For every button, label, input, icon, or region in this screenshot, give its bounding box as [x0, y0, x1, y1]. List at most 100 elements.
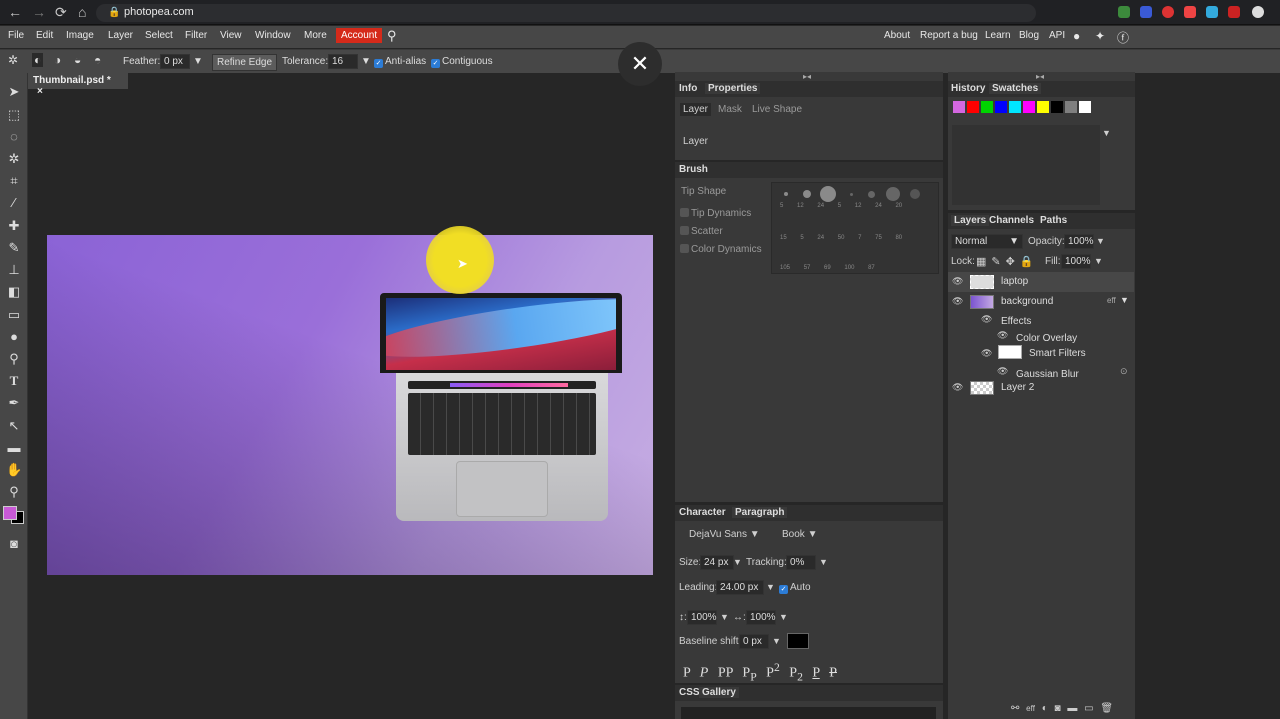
menu-report-bug[interactable]: Report a bug — [920, 30, 978, 41]
brush-preset[interactable] — [886, 187, 900, 201]
layer-row[interactable]: 👁 Layer 2 — [948, 378, 1134, 398]
menu-layer[interactable]: Layer — [108, 30, 133, 41]
collapse-icon[interactable]: ▸◂ — [803, 72, 811, 81]
tab-history[interactable]: History — [951, 83, 985, 94]
horizontal-scale-input[interactable]: 100% — [746, 610, 776, 625]
color-swatch[interactable] — [995, 101, 1007, 113]
magic-wand-tool-icon[interactable]: ✲ — [6, 151, 22, 167]
move-tool-icon[interactable]: ➤ — [6, 84, 22, 100]
brush-presets-grid[interactable]: 5 12 24 5 12 24 20 15 5 24 50 7 75 80 10… — [771, 182, 939, 274]
layers-footer-icons[interactable]: ⚯ eff ◐ ◙ ▬ ▭ 🗑 — [1011, 703, 1113, 714]
subtab-layer[interactable]: Layer — [680, 103, 712, 116]
opacity-dropdown-icon[interactable]: ▼ — [1096, 236, 1105, 246]
tab-info[interactable]: Info — [679, 83, 697, 94]
color-swatch[interactable] — [1065, 101, 1077, 113]
color-swatch[interactable] — [967, 101, 979, 113]
tab-layers[interactable]: Layers — [951, 215, 990, 226]
facebook-icon[interactable]: ⓕ — [1117, 29, 1129, 46]
color-swatch[interactable] — [953, 101, 965, 113]
blur-tool-icon[interactable]: ● — [6, 329, 22, 345]
brush-preset[interactable] — [784, 192, 788, 196]
healing-tool-icon[interactable]: ✚ — [6, 218, 22, 234]
tab-channels[interactable]: Channels — [989, 215, 1034, 226]
tracking-input[interactable]: 0% — [786, 555, 816, 570]
tab-brush[interactable]: Brush — [679, 164, 708, 175]
tab-paths[interactable]: Paths — [1040, 215, 1067, 226]
profile-icon[interactable] — [1252, 6, 1264, 18]
menu-select[interactable]: Select — [145, 30, 173, 41]
tracking-dropdown-icon[interactable]: ▼ — [819, 557, 828, 567]
extension-icon[interactable] — [1162, 6, 1174, 18]
tab-swatches[interactable]: Swatches — [989, 83, 1042, 94]
path-select-tool-icon[interactable]: ↖ — [6, 418, 22, 434]
menu-edit[interactable]: Edit — [36, 30, 53, 41]
visibility-eye-icon[interactable]: 👁 — [997, 366, 1008, 377]
size-dropdown-icon[interactable]: ▼ — [733, 557, 742, 567]
menu-window[interactable]: Window — [255, 30, 291, 41]
home-icon[interactable]: ⌂ — [78, 4, 86, 20]
menu-api[interactable]: API — [1049, 30, 1065, 41]
tab-gallery[interactable]: Gallery — [699, 687, 739, 698]
brush-preset[interactable] — [868, 191, 875, 198]
brush-tool-icon[interactable]: ✎ — [6, 240, 22, 256]
tab-paragraph[interactable]: Paragraph — [732, 507, 788, 518]
zoom-tool-icon[interactable]: ⚲ — [6, 484, 22, 500]
close-overlay-button[interactable]: ✕ — [618, 42, 662, 86]
menu-learn[interactable]: Learn — [985, 30, 1011, 41]
dodge-tool-icon[interactable]: ⚲ — [6, 351, 22, 367]
swatch-menu-icon[interactable]: ▼ — [1102, 128, 1111, 138]
forward-icon[interactable]: → — [32, 4, 46, 20]
vertical-scale-input[interactable]: 100% — [687, 610, 717, 625]
scatter-item[interactable]: Scatter — [680, 226, 723, 237]
color-swatch[interactable] — [1079, 101, 1091, 113]
magic-wand-icon[interactable]: ✲ — [8, 53, 18, 67]
eyedropper-tool-icon[interactable]: ⁄ — [6, 195, 22, 211]
expand-effects-icon[interactable]: ▼ — [1120, 295, 1129, 305]
visibility-eye-icon[interactable]: 👁 — [952, 296, 963, 307]
extension-icon[interactable] — [1206, 6, 1218, 18]
font-family-select[interactable]: DejaVu Sans ▼ — [689, 529, 760, 540]
blend-mode-select[interactable]: Normal ▼ — [951, 234, 1023, 249]
brush-preset[interactable] — [803, 190, 811, 198]
color-swatch[interactable] — [1023, 101, 1035, 113]
color-dynamics-item[interactable]: Color Dynamics — [680, 244, 762, 255]
menu-more[interactable]: More — [304, 30, 327, 41]
document-tab[interactable]: Thumbnail.psd * × — [28, 73, 128, 97]
type-tool-icon[interactable]: T — [6, 373, 22, 389]
leading-input[interactable]: 24.00 px — [716, 580, 764, 595]
color-swatch[interactable] — [1009, 101, 1021, 113]
drive-icon[interactable] — [1118, 6, 1130, 18]
fill-input[interactable]: 100% — [1061, 254, 1091, 269]
brush-preset[interactable] — [850, 193, 853, 196]
refine-edge-button[interactable]: Refine Edge — [212, 54, 278, 71]
visibility-eye-icon[interactable]: 👁 — [952, 382, 963, 393]
new-selection-icon[interactable]: ◐ — [32, 53, 44, 67]
layer-row[interactable]: 👁 background eff ▼ — [948, 292, 1134, 312]
size-input[interactable]: 24 px — [700, 555, 734, 570]
vertical-scale-dropdown-icon[interactable]: ▼ — [720, 612, 729, 622]
reload-icon[interactable]: ⟳ — [55, 4, 67, 21]
font-weight-select[interactable]: Book ▼ — [782, 529, 817, 540]
subtract-selection-icon[interactable]: ◒ — [74, 53, 81, 67]
back-icon[interactable]: ← — [8, 4, 22, 20]
auto-leading-checkbox[interactable]: ✓ Auto — [779, 582, 811, 594]
pen-tool-icon[interactable]: ✒ — [6, 395, 22, 411]
filter-options-icon[interactable]: ⊙ — [1120, 366, 1128, 377]
feather-dropdown-icon[interactable]: ▼ — [193, 56, 203, 67]
visibility-eye-icon[interactable]: 👁 — [981, 348, 992, 359]
tolerance-input[interactable]: 16 — [328, 54, 358, 69]
search-icon[interactable]: ⚲ — [387, 28, 397, 44]
leading-dropdown-icon[interactable]: ▼ — [766, 582, 775, 592]
twitter-icon[interactable]: ✦ — [1095, 29, 1105, 43]
menu-about[interactable]: About — [884, 30, 910, 41]
menu-blog[interactable]: Blog — [1019, 30, 1039, 41]
quick-mask-icon[interactable]: ◙ — [6, 536, 22, 552]
tolerance-dropdown-icon[interactable]: ▼ — [361, 56, 371, 67]
baseline-dropdown-icon[interactable]: ▼ — [772, 636, 781, 646]
text-color-swatch[interactable] — [787, 633, 809, 649]
intersect-selection-icon[interactable]: ◓ — [94, 53, 101, 67]
antialias-checkbox[interactable]: ✓ Anti-alias — [374, 56, 426, 68]
extension-icon[interactable] — [1140, 6, 1152, 18]
marquee-tool-icon[interactable]: ⬚ — [6, 107, 22, 123]
canvas-image[interactable] — [47, 235, 653, 575]
